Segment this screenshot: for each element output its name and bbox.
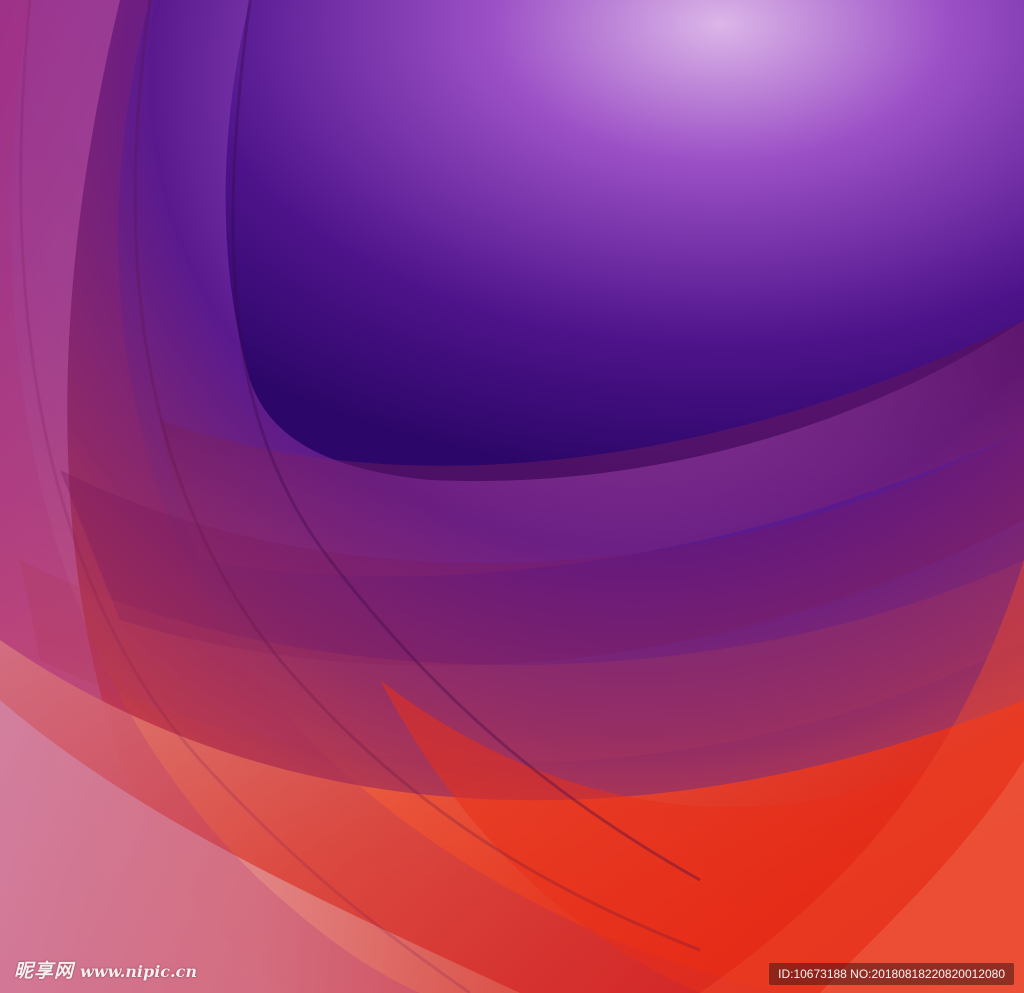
watermark-brand: 昵享网 bbox=[14, 960, 75, 982]
abstract-background-canvas: 昵享网 www.nipic.cn ID:10673188 NO:20180818… bbox=[0, 0, 1024, 993]
abstract-wave-artwork bbox=[0, 0, 1024, 993]
watermark-url: www.nipic.cn bbox=[80, 962, 197, 981]
site-watermark: 昵享网 www.nipic.cn bbox=[14, 956, 197, 983]
image-id-label: ID:10673188 NO:20180818220820012080 bbox=[769, 963, 1014, 985]
